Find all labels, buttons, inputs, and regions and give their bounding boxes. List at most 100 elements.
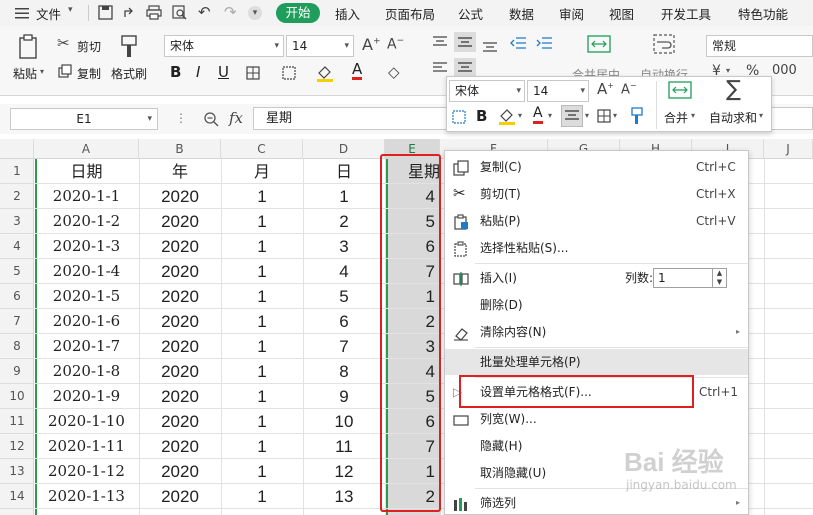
cell-date[interactable]: 2020-1-12 <box>34 459 139 484</box>
chevron-down-icon[interactable]: ▾ <box>691 111 695 120</box>
cell-a1[interactable]: 日期 <box>34 159 139 184</box>
cell-date[interactable]: 2020-1-6 <box>34 309 139 334</box>
cell-d1[interactable]: 日 <box>303 159 385 184</box>
menu-item-batch[interactable]: 批量处理单元格(P) <box>445 349 748 375</box>
tab-formulas[interactable]: 公式 <box>458 4 483 23</box>
cell-month[interactable]: 1 <box>221 359 303 384</box>
merge-button[interactable]: 合并 <box>664 109 688 126</box>
cell-day[interactable]: 10 <box>303 409 385 434</box>
cell-day[interactable]: 11 <box>303 434 385 459</box>
autosum-button[interactable]: 自动求和 <box>709 109 757 126</box>
cell-date[interactable]: 2020-1-4 <box>34 259 139 284</box>
cell-month[interactable]: 1 <box>221 434 303 459</box>
cell-date[interactable]: 2020-1-1 <box>34 184 139 209</box>
cell-month[interactable]: 1 <box>221 484 303 509</box>
align-center-icon[interactable] <box>454 58 476 78</box>
tab-special[interactable]: 特色功能 <box>738 4 788 23</box>
bold-icon[interactable]: B <box>170 63 181 81</box>
hamburger-icon[interactable] <box>14 5 30 21</box>
cell-day[interactable]: 1 <box>303 184 385 209</box>
menu-item-clear[interactable]: 清除内容(N) ▸ <box>445 319 748 345</box>
row-number[interactable]: 7 <box>0 309 34 334</box>
paste-button[interactable]: 粘贴 <box>13 65 37 82</box>
font-color-icon[interactable]: A <box>533 106 543 124</box>
cell-year[interactable]: 2020 <box>139 209 221 234</box>
number-format-select[interactable]: 常规 <box>706 35 813 57</box>
cell-month[interactable]: 1 <box>221 384 303 409</box>
row-number[interactable]: 2 <box>0 184 34 209</box>
cell-year[interactable]: 2020 <box>139 234 221 259</box>
chevron-down-icon[interactable]: ▾ <box>726 66 730 75</box>
indent-decrease-icon[interactable] <box>510 36 526 50</box>
chevron-down-icon[interactable]: ▾ <box>548 111 552 120</box>
print-preview-icon[interactable] <box>172 5 187 20</box>
cell-year[interactable]: 2020 <box>139 484 221 509</box>
cell-month[interactable]: 1 <box>221 409 303 434</box>
paste-icon[interactable] <box>18 34 40 60</box>
row-number[interactable]: 11 <box>0 409 34 434</box>
italic-icon[interactable]: I <box>196 63 200 81</box>
column-header-c[interactable]: C <box>221 139 303 159</box>
tab-review[interactable]: 审阅 <box>559 4 584 23</box>
row-number[interactable]: 5 <box>0 259 34 284</box>
menu-item-delete[interactable]: 删除(D) <box>445 292 748 318</box>
chevron-down-icon[interactable]: ▾ <box>40 67 44 76</box>
cell-year[interactable]: 2020 <box>139 359 221 384</box>
cell-month[interactable]: 1 <box>221 184 303 209</box>
align-bottom-icon[interactable] <box>483 40 497 52</box>
row-number[interactable]: 12 <box>0 434 34 459</box>
cell-day[interactable]: 9 <box>303 384 385 409</box>
font-name-select[interactable]: 宋体 ▾ <box>164 35 284 57</box>
mini-font-size-select[interactable]: 14 ▾ <box>527 80 589 102</box>
cell-date[interactable]: 2020-1-5 <box>34 284 139 309</box>
font-size-select[interactable]: 14 ▾ <box>286 35 354 57</box>
decrease-font-icon[interactable]: A− <box>387 36 404 53</box>
cell-month[interactable]: 1 <box>221 259 303 284</box>
cell-day[interactable]: 4 <box>303 259 385 284</box>
sigma-icon[interactable]: ∑ <box>726 77 741 102</box>
cell-month[interactable]: 1 <box>221 209 303 234</box>
indent-increase-icon[interactable] <box>536 36 552 50</box>
print-icon[interactable] <box>146 5 162 20</box>
cell-day[interactable]: 6 <box>303 309 385 334</box>
chevron-down-icon[interactable]: ▾ <box>759 111 763 120</box>
customize-toolbar-icon[interactable]: ▾ <box>248 6 262 20</box>
cell-year[interactable]: 2020 <box>139 184 221 209</box>
menu-item-paste-special[interactable]: 选择性粘贴(S)... <box>445 235 748 261</box>
chevron-down-icon[interactable]: ▾ <box>613 111 617 120</box>
cell-date[interactable]: 2020-1-3 <box>34 234 139 259</box>
cell-b1[interactable]: 年 <box>139 159 221 184</box>
cell-date[interactable]: 2020-1-2 <box>34 209 139 234</box>
cell-year[interactable]: 2020 <box>139 384 221 409</box>
fx-button[interactable]: fx <box>229 109 243 127</box>
column-header-d[interactable]: D <box>303 139 385 159</box>
chevron-down-icon[interactable]: ▾ <box>68 5 73 15</box>
chevron-down-icon[interactable]: ▾ <box>585 111 589 120</box>
cell-day[interactable]: 5 <box>303 284 385 309</box>
bold-icon[interactable]: B <box>476 107 487 125</box>
fill-style-icon[interactable] <box>282 66 298 80</box>
cell-date[interactable]: 2020-1-10 <box>34 409 139 434</box>
increase-font-icon[interactable]: A+ <box>362 35 381 54</box>
align-center-icon[interactable] <box>561 105 583 127</box>
underline-icon[interactable]: U <box>218 63 229 81</box>
row-number[interactable]: 9 <box>0 359 34 384</box>
cell-day[interactable]: 2 <box>303 209 385 234</box>
cut-button[interactable]: 剪切 <box>77 38 101 55</box>
tab-start[interactable]: 开始 <box>276 3 320 23</box>
borders-icon[interactable] <box>597 109 611 123</box>
align-left-icon[interactable] <box>433 62 447 74</box>
format-painter-button[interactable]: 格式刷 <box>111 65 147 82</box>
column-count-input[interactable]: 1 ▲ ▼ <box>653 268 727 288</box>
fill-color-icon[interactable] <box>316 64 334 82</box>
font-color-icon[interactable]: A <box>352 61 363 80</box>
menu-item-cut[interactable]: ✂ 剪切(T) Ctrl+X <box>445 181 748 207</box>
cell-year[interactable]: 2020 <box>139 309 221 334</box>
merge-center-icon[interactable] <box>587 34 611 54</box>
cell-year[interactable]: 2020 <box>139 284 221 309</box>
cell-day[interactable]: 13 <box>303 484 385 509</box>
row-number[interactable]: 4 <box>0 234 34 259</box>
column-header-a[interactable]: A <box>34 139 139 159</box>
tab-insert[interactable]: 插入 <box>335 4 360 23</box>
cell-year[interactable]: 2020 <box>139 409 221 434</box>
